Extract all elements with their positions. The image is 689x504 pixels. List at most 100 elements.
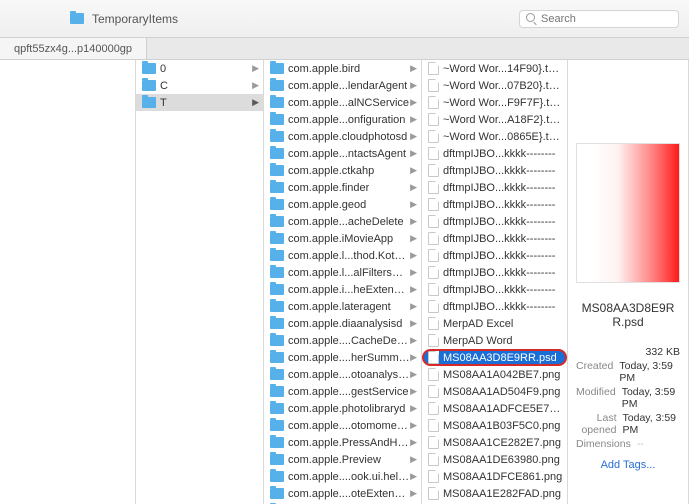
chevron-right-icon: ▶ xyxy=(410,80,417,91)
meta-size: 332 KB xyxy=(646,346,680,358)
chevron-right-icon: ▶ xyxy=(410,63,417,74)
list-item[interactable]: com.apple.cloudphotosd▶ xyxy=(264,128,421,145)
item-label: 0 xyxy=(160,63,166,75)
chevron-right-icon: ▶ xyxy=(410,488,417,499)
list-item[interactable]: com.apple...acheDelete▶ xyxy=(264,213,421,230)
tab-item[interactable]: qpft55zx4g...p140000gp xyxy=(0,38,147,59)
chevron-right-icon: ▶ xyxy=(410,420,417,431)
list-item[interactable]: com.apple...onfiguration▶ xyxy=(264,111,421,128)
column-2[interactable]: com.apple.bird▶com.apple...lendarAgent▶c… xyxy=(264,60,422,504)
search-icon xyxy=(526,13,537,24)
search-field[interactable] xyxy=(519,10,679,28)
list-item[interactable]: com.apple.geod▶ xyxy=(264,196,421,213)
list-item[interactable]: dftmpIJBO...kkkk-------- xyxy=(422,264,567,281)
list-item[interactable]: com.apple.i...heExtension▶ xyxy=(264,281,421,298)
list-item[interactable]: com.apple.PressAndHold▶ xyxy=(264,434,421,451)
list-item[interactable]: dftmpIJBO...kkkk-------- xyxy=(422,298,567,315)
list-item[interactable]: MS08AA1A042BE7.png xyxy=(422,366,567,383)
chevron-right-icon: ▶ xyxy=(410,437,417,448)
item-label: T xyxy=(160,97,167,109)
list-item[interactable]: dftmpIJBO...kkkk-------- xyxy=(422,179,567,196)
list-item[interactable]: T▶ xyxy=(136,94,263,111)
item-label: com.apple...alNCService xyxy=(288,97,409,109)
preview-filename: MS08AA3D8E9RR.psd xyxy=(576,301,680,329)
column-0[interactable] xyxy=(0,60,136,504)
list-item[interactable]: MerpAD Word xyxy=(422,332,567,349)
list-item[interactable]: MS08AA1DE63980.png xyxy=(422,451,567,468)
list-item[interactable]: MerpAD Excel xyxy=(422,315,567,332)
list-item[interactable]: com.apple.diaanalysisd▶ xyxy=(264,315,421,332)
item-label: ~Word Wor...F9F7F}.tmp xyxy=(443,97,563,109)
folder-icon xyxy=(270,352,284,363)
list-item[interactable]: com.apple....ook.ui.helper▶ xyxy=(264,468,421,485)
list-item[interactable]: com.apple.lateragent▶ xyxy=(264,298,421,315)
item-label: dftmpIJBO...kkkk-------- xyxy=(443,148,555,160)
chevron-right-icon: ▶ xyxy=(410,267,417,278)
folder-icon xyxy=(270,488,284,499)
path-current[interactable]: TemporaryItems xyxy=(70,12,178,26)
list-item[interactable]: dftmpIJBO...kkkk-------- xyxy=(422,281,567,298)
folder-icon xyxy=(270,250,284,261)
list-item[interactable]: MS08AA1CE282E7.png xyxy=(422,434,567,451)
list-item[interactable]: com.apple....CacheDelete▶ xyxy=(264,332,421,349)
list-item[interactable]: ~Word Wor...14F90}.tmp xyxy=(422,60,567,77)
list-item[interactable]: com.apple....herSummary▶ xyxy=(264,349,421,366)
list-item[interactable]: com.apple...ntactsAgent▶ xyxy=(264,145,421,162)
item-label: dftmpIJBO...kkkk-------- xyxy=(443,182,555,194)
folder-icon xyxy=(142,63,156,74)
list-item[interactable]: ~Word Wor...F9F7F}.tmp xyxy=(422,94,567,111)
list-item[interactable]: com.apple.bird▶ xyxy=(264,60,421,77)
list-item[interactable]: ~Word Wor...0865E}.tmp xyxy=(422,128,567,145)
list-item[interactable]: com.apple.photolibraryd▶ xyxy=(264,400,421,417)
chevron-right-icon: ▶ xyxy=(410,148,417,159)
chevron-right-icon: ▶ xyxy=(410,233,417,244)
list-item[interactable]: dftmpIJBO...kkkk-------- xyxy=(422,145,567,162)
list-item[interactable]: dftmpIJBO...kkkk-------- xyxy=(422,247,567,264)
chevron-right-icon: ▶ xyxy=(410,284,417,295)
search-input[interactable] xyxy=(541,13,672,25)
list-item[interactable]: com.apple....gestService▶ xyxy=(264,383,421,400)
list-item[interactable]: dftmpIJBO...kkkk-------- xyxy=(422,213,567,230)
list-item[interactable]: com.apple....oteExtension▶ xyxy=(264,485,421,502)
list-item[interactable]: com.apple...alNCService▶ xyxy=(264,94,421,111)
meta-lastopened-label: Last opened xyxy=(576,412,617,436)
list-item[interactable]: MS08AA1AD504F9.png xyxy=(422,383,567,400)
tab-bar: qpft55zx4g...p140000gp xyxy=(0,38,689,60)
column-1[interactable]: 0▶C▶T▶ xyxy=(136,60,264,504)
file-icon xyxy=(428,300,439,313)
list-item[interactable]: MS08AA3D8E9RR.psd xyxy=(422,349,567,366)
list-item[interactable]: dftmpIJBO...kkkk-------- xyxy=(422,230,567,247)
file-icon xyxy=(428,164,439,177)
folder-icon xyxy=(270,131,284,142)
file-icon xyxy=(428,79,439,92)
item-label: com.apple....CacheDelete xyxy=(288,335,410,347)
list-item[interactable]: com.apple....otoanalysisd▶ xyxy=(264,366,421,383)
folder-icon xyxy=(270,216,284,227)
file-icon xyxy=(428,215,439,228)
list-item[interactable]: com.apple.Preview▶ xyxy=(264,451,421,468)
list-item[interactable]: com.apple.ctkahp▶ xyxy=(264,162,421,179)
list-item[interactable]: MS08AA1DFCE861.png xyxy=(422,468,567,485)
list-item[interactable]: MS08AA1ADFCE5E7.png xyxy=(422,400,567,417)
list-item[interactable]: MS08AA1E282FAD.png xyxy=(422,485,567,502)
folder-icon xyxy=(270,335,284,346)
list-item[interactable]: ~Word Wor...07B20}.tmp xyxy=(422,77,567,94)
list-item[interactable]: dftmpIJBO...kkkk-------- xyxy=(422,196,567,213)
list-item[interactable]: 0▶ xyxy=(136,60,263,77)
list-item[interactable]: com.apple.iMovieApp▶ xyxy=(264,230,421,247)
list-item[interactable]: ~Word Wor...A18F2}.tmp xyxy=(422,111,567,128)
column-3[interactable]: ~Word Wor...14F90}.tmp~Word Wor...07B20}… xyxy=(422,60,568,504)
list-item[interactable]: com.apple.l...alFiltersXPC▶ xyxy=(264,264,421,281)
list-item[interactable]: com.apple.finder▶ xyxy=(264,179,421,196)
add-tags-link[interactable]: Add Tags... xyxy=(576,459,680,471)
meta-dimensions: -- xyxy=(637,438,680,450)
preview-thumbnail xyxy=(576,143,680,283)
list-item[interactable]: com.apple.l...thod.Kotoeri▶ xyxy=(264,247,421,264)
item-label: com.apple.Preview xyxy=(288,454,381,466)
list-item[interactable]: C▶ xyxy=(136,77,263,94)
list-item[interactable]: dftmpIJBO...kkkk-------- xyxy=(422,162,567,179)
list-item[interactable]: MS08AA1B03F5C0.png xyxy=(422,417,567,434)
list-item[interactable]: com.apple....otomoments▶ xyxy=(264,417,421,434)
chevron-right-icon: ▶ xyxy=(410,199,417,210)
list-item[interactable]: com.apple...lendarAgent▶ xyxy=(264,77,421,94)
